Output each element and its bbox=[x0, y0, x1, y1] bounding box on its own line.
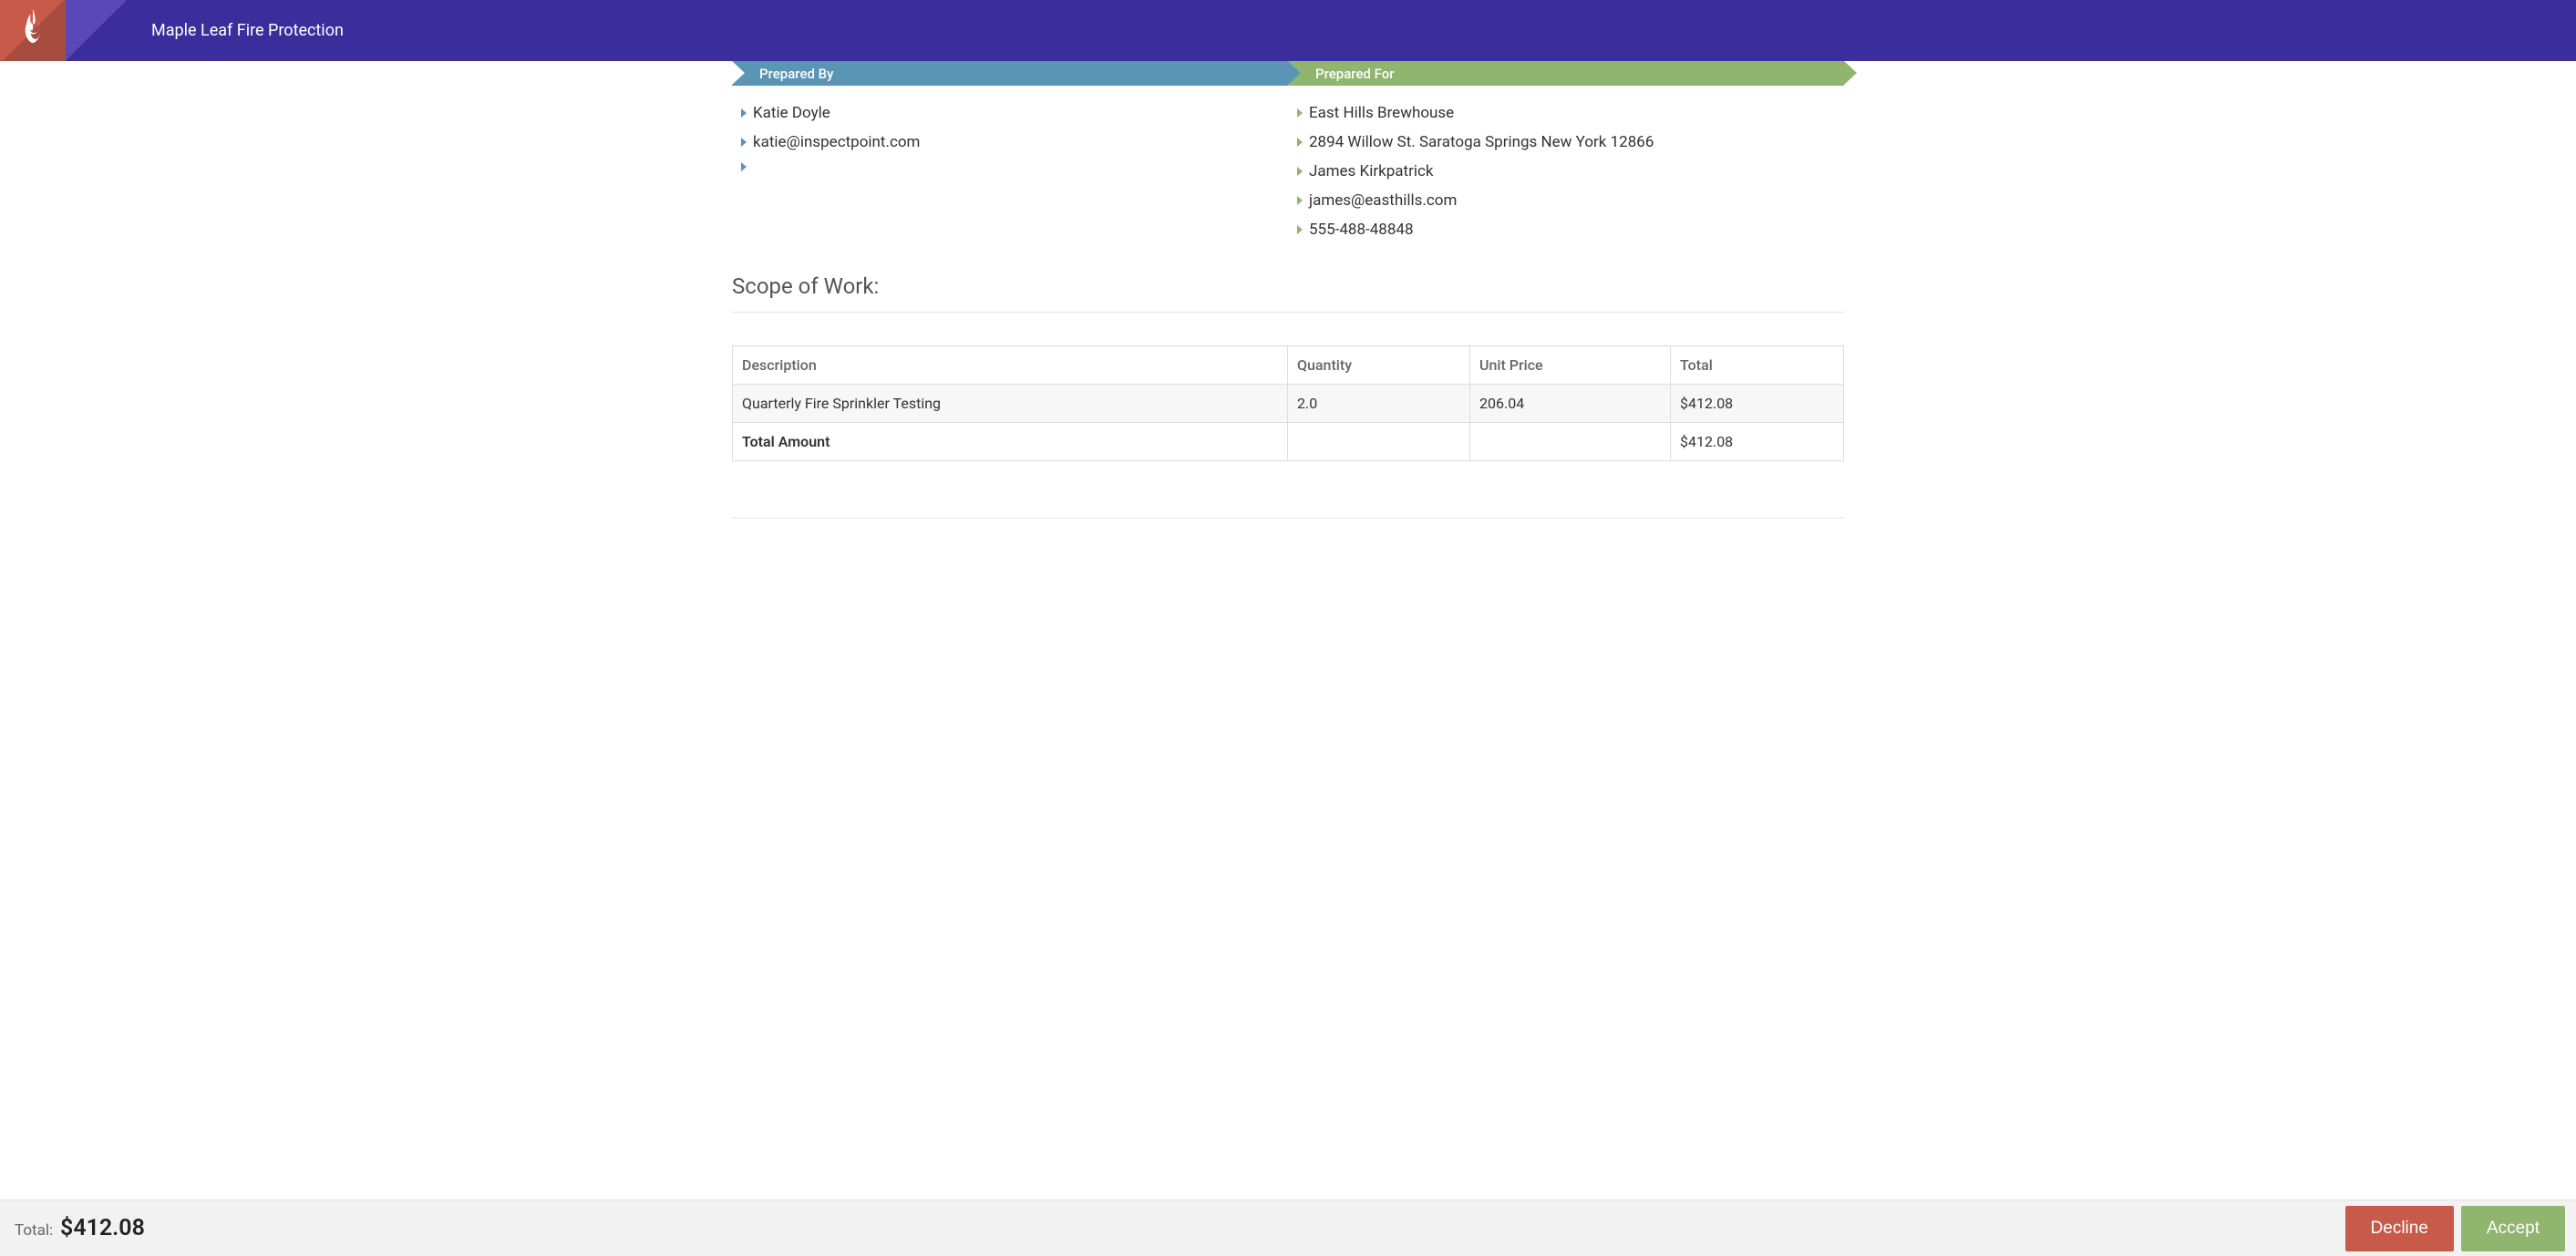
caret-icon bbox=[1297, 108, 1303, 118]
col-unit-price: Unit Price bbox=[1470, 346, 1671, 385]
main-content: Prepared By Prepared For Katie Doyle kat… bbox=[732, 61, 1844, 628]
prepared-by-name: Katie Doyle bbox=[753, 104, 830, 122]
list-item bbox=[732, 157, 1288, 177]
footer-bar: Total: $412.08 Decline Accept bbox=[0, 1199, 2576, 1256]
caret-icon bbox=[741, 138, 747, 147]
col-description: Description bbox=[733, 346, 1288, 385]
cell-unit: 206.04 bbox=[1470, 385, 1671, 423]
table-total-row: Total Amount $412.08 bbox=[733, 423, 1844, 461]
list-item: james@easthills.com bbox=[1288, 186, 1844, 215]
list-item: 555-488-48848 bbox=[1288, 215, 1844, 244]
prepared-for-email: james@easthills.com bbox=[1309, 191, 1457, 210]
table-header-row: Description Quantity Unit Price Total bbox=[733, 346, 1844, 385]
footer-total-value: $412.08 bbox=[60, 1215, 145, 1241]
cell-qty: 2.0 bbox=[1288, 385, 1470, 423]
divider bbox=[732, 312, 1844, 313]
list-item: Katie Doyle bbox=[732, 98, 1288, 128]
cell-empty bbox=[1470, 423, 1671, 461]
cell-total-label: Total Amount bbox=[733, 423, 1288, 461]
caret-icon bbox=[1297, 167, 1303, 176]
col-total: Total bbox=[1671, 346, 1844, 385]
decline-button[interactable]: Decline bbox=[2345, 1206, 2454, 1251]
table-row: Quarterly Fire Sprinkler Testing 2.0 206… bbox=[733, 385, 1844, 423]
prepared-for-company: East Hills Brewhouse bbox=[1309, 104, 1454, 122]
footer-buttons: Decline Accept bbox=[2345, 1206, 2565, 1251]
cell-desc: Quarterly Fire Sprinkler Testing bbox=[733, 385, 1288, 423]
info-columns: Katie Doyle katie@inspectpoint.com East … bbox=[732, 86, 1844, 244]
list-item: East Hills Brewhouse bbox=[1288, 98, 1844, 128]
list-item: James Kirkpatrick bbox=[1288, 157, 1844, 186]
caret-icon bbox=[741, 108, 747, 118]
footer-total: Total: $412.08 bbox=[15, 1215, 145, 1241]
cell-total-value: $412.08 bbox=[1671, 423, 1844, 461]
footer-total-label: Total: bbox=[15, 1221, 53, 1240]
prepared-by-col: Katie Doyle katie@inspectpoint.com bbox=[732, 86, 1288, 244]
banner-prepared-for: Prepared For bbox=[1288, 61, 1844, 86]
prepared-by-email: katie@inspectpoint.com bbox=[753, 133, 920, 151]
prepared-for-contact: James Kirkpatrick bbox=[1309, 162, 1433, 180]
accept-button[interactable]: Accept bbox=[2461, 1206, 2565, 1251]
list-item: 2894 Willow St. Saratoga Springs New Yor… bbox=[1288, 128, 1844, 157]
list-item: katie@inspectpoint.com bbox=[732, 128, 1288, 157]
divider bbox=[732, 518, 1844, 519]
banner-prepared-by: Prepared By bbox=[732, 61, 1288, 86]
scope-title: Scope of Work: bbox=[732, 273, 1844, 299]
prepared-for-phone: 555-488-48848 bbox=[1309, 221, 1414, 239]
line-items-table: Description Quantity Unit Price Total Qu… bbox=[732, 345, 1844, 461]
banners-row: Prepared By Prepared For bbox=[732, 61, 1844, 86]
prepared-for-col: East Hills Brewhouse 2894 Willow St. Sar… bbox=[1288, 86, 1844, 244]
brand-title: Maple Leaf Fire Protection bbox=[151, 21, 344, 40]
caret-icon bbox=[1297, 138, 1303, 147]
brand-logo bbox=[0, 0, 66, 61]
flame-icon bbox=[17, 9, 48, 53]
caret-icon bbox=[741, 162, 747, 171]
caret-icon bbox=[1297, 196, 1303, 205]
col-quantity: Quantity bbox=[1288, 346, 1470, 385]
top-bar: Maple Leaf Fire Protection bbox=[0, 0, 2576, 61]
prepared-for-address: 2894 Willow St. Saratoga Springs New Yor… bbox=[1309, 133, 1654, 151]
brand-corner bbox=[66, 0, 127, 61]
caret-icon bbox=[1297, 225, 1303, 234]
banner-prepared-by-label: Prepared By bbox=[759, 66, 833, 82]
cell-total: $412.08 bbox=[1671, 385, 1844, 423]
cell-empty bbox=[1288, 423, 1470, 461]
banner-prepared-for-label: Prepared For bbox=[1315, 66, 1395, 82]
